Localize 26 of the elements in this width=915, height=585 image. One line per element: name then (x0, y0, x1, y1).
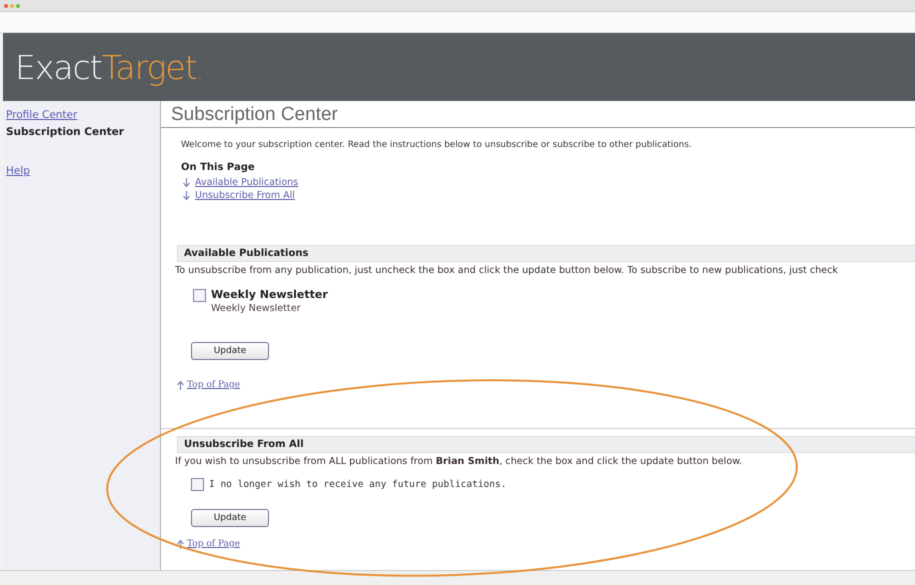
sidebar-item[interactable]: Profile Center (6, 109, 160, 121)
section-header: Unsubscribe From All (177, 436, 915, 453)
logo: ExactTarget. (15, 48, 202, 86)
update-button[interactable]: Update (191, 509, 269, 527)
top-of-page-link[interactable]: Top of Page (187, 539, 240, 549)
up-arrow-icon (177, 380, 184, 390)
section-instructions: To unsubscribe from any publication, just uncheck the box and click the update button below. To subscribe to new publications, just check (175, 265, 839, 276)
down-arrow-icon (183, 178, 190, 187)
sidebar-item[interactable]: Subscription Center (6, 126, 160, 138)
section-instructions: If you wish to unsubscribe from ALL publications from Brian Smith, check the box and click the update button below. (175, 456, 744, 467)
down-arrow-icon (183, 191, 190, 200)
checkbox[interactable] (193, 289, 206, 302)
section-header: Available Publications (177, 245, 915, 262)
on-this-page-heading: On This Page (181, 162, 256, 173)
anchor-link[interactable]: Unsubscribe From All (195, 190, 295, 201)
up-arrow-icon (177, 540, 184, 548)
checkbox[interactable] (191, 478, 204, 491)
update-button[interactable]: Update (191, 342, 269, 360)
anchor-link[interactable]: Available Publications (195, 177, 298, 188)
page-title: Subscription Center (161, 101, 915, 128)
top-of-page-link[interactable]: Top of Page (187, 380, 240, 390)
welcome-text: Welcome to your subscription center. Read the instructions below to unsubscribe or subscribe to other publications. (181, 140, 693, 150)
sidebar-item[interactable]: Help (6, 165, 160, 177)
option-description: Weekly Newsletter (211, 303, 302, 314)
option-label: Weekly Newsletter (211, 288, 328, 301)
option-label: I no longer wish to receive any future publications. (209, 478, 506, 490)
